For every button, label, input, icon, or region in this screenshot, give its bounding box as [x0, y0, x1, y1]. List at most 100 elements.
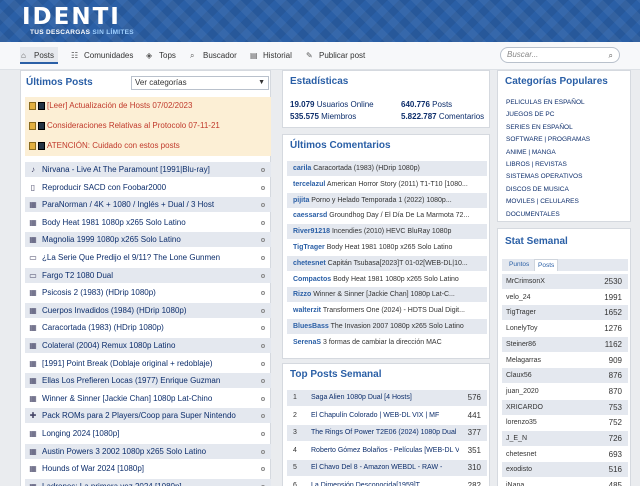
top-post-row[interactable]: 2 El Chapulín Colorado | WEB-DL VIX | MF 4…	[287, 408, 487, 424]
post-row[interactable]: ▦ Magnolia 1999 1080p x265 Solo Latino	[25, 232, 271, 248]
comment-row[interactable]: BluesBass The Invasion 2007 1080p x265 S…	[287, 319, 487, 334]
weekly-stat-user[interactable]: Melagarras	[506, 357, 541, 364]
top-post-title[interactable]: El Chavo Del 8 - Amazon WEBDL - RAW -	[311, 460, 459, 476]
category-link[interactable]: SOFTWARE | PROGRAMAS	[506, 136, 590, 143]
comment-text[interactable]: Body Heat 1981 1080p x265 Solo Latino	[333, 276, 459, 283]
weekly-stat-row[interactable]: juan_2020 870	[502, 384, 628, 399]
comment-text[interactable]: Transformers One (2024) - HDTS Dual Digi…	[323, 307, 465, 314]
weekly-stat-row[interactable]: lorenzo35 752	[502, 415, 628, 430]
comment-user[interactable]: Rizzo	[293, 291, 311, 298]
weekly-stat-user[interactable]: TigTrager	[506, 309, 536, 316]
comment-text[interactable]: American Horror Story (2011) T1-T10 [108…	[327, 181, 468, 188]
comment-row[interactable]: carila Caracortada (1983) (HDrip 1080p)	[287, 161, 487, 176]
post-row[interactable]: ✚ Pack ROMs para 2 Players/Coop para Supe…	[25, 408, 271, 424]
post-row[interactable]: ▦ [1991] Point Break (Doblaje original + …	[25, 356, 271, 371]
post-row[interactable]: ▦ Colateral (2004) Remux 1080p Latino	[25, 338, 271, 353]
announcement-item[interactable]: Consideraciones Relativas al Protocolo 0…	[29, 119, 220, 133]
post-title[interactable]: [1991] Point Break (Doblaje original + r…	[42, 359, 213, 368]
comment-text[interactable]: Caracortada (1983) (HDrip 1080p)	[313, 165, 420, 172]
nav-tops[interactable]: ◈ Tops	[145, 47, 176, 64]
top-post-title[interactable]: La Dimensión Desconocida[1959]T...	[311, 478, 459, 486]
nav-buscador[interactable]: ⌕ Buscador	[189, 47, 237, 64]
category-link[interactable]: SERIES EN ESPAÑOL	[506, 124, 573, 131]
category-link[interactable]: DISCOS DE MUSICA	[506, 186, 569, 193]
post-title[interactable]: ¿La Serie Que Predijo el 9/11? The Lone …	[42, 253, 220, 262]
weekly-stat-row[interactable]: iNana 485	[502, 478, 628, 486]
nav-publicar-post[interactable]: ✎ Publicar post	[305, 47, 365, 64]
post-row[interactable]: ▦ Psicosis 2 (1983) (HDrip 1080p)	[25, 285, 271, 300]
nav-posts[interactable]: ⌂ Posts	[20, 47, 59, 64]
category-link[interactable]: ANIME | MANGA	[506, 149, 556, 156]
top-post-title[interactable]: Saga Alien 1080p Dual [4 Hosts]	[311, 390, 459, 406]
comment-row[interactable]: Rizzo Winner & Sinner [Jackie Chan] 1080…	[287, 287, 487, 303]
post-title[interactable]: Body Heat 1981 1080p x265 Solo Latino	[42, 218, 186, 227]
weekly-stat-user[interactable]: chetesnet	[506, 451, 536, 458]
nav-comunidades[interactable]: ☷ Comunidades	[70, 47, 133, 64]
site-logo[interactable]: IDENTI	[22, 4, 121, 30]
weekly-stat-user[interactable]: Claux56	[506, 372, 532, 379]
tab-posts[interactable]: Posts	[534, 259, 559, 271]
weekly-stat-row[interactable]: XRICARDO 753	[502, 399, 628, 415]
top-post-row[interactable]: 6 La Dimensión Desconocida[1959]T... 282	[287, 478, 487, 486]
post-row[interactable]: ▦ Winner & Sinner [Jackie Chan] 1080p Lat…	[25, 391, 271, 406]
weekly-stat-user[interactable]: XRICARDO	[506, 404, 543, 411]
comment-row[interactable]: SerenaS 3 formas de cambiar la dirección…	[287, 335, 487, 350]
comment-text[interactable]: Winner & Sinner [Jackie Chan] 1080p Lat-…	[313, 291, 455, 298]
comment-text[interactable]: Incendies (2010) HEVC BluRay 1080p	[332, 228, 451, 235]
post-row[interactable]: ▯ Reproducir SACD con Foobar2000	[25, 180, 271, 195]
category-link[interactable]: SISTEMAS OPERATIVOS	[506, 173, 582, 180]
comment-text[interactable]: Body Heat 1981 1080p x265 Solo Latino	[327, 244, 453, 251]
post-row[interactable]: ▦ Ladrones: La primera vez 2024 [1080p]	[25, 478, 271, 486]
weekly-stat-row[interactable]: TigTrager 1652	[502, 305, 628, 321]
weekly-stat-user[interactable]: J_E_N	[506, 435, 527, 442]
post-title[interactable]: Cuerpos Invadidos (1984) (HDrip 1080p)	[42, 306, 187, 315]
post-title[interactable]: Colateral (2004) Remux 1080p Latino	[42, 341, 175, 350]
weekly-stat-user[interactable]: juan_2020	[506, 388, 539, 395]
top-post-row[interactable]: 1 Saga Alien 1080p Dual [4 Hosts] 576	[287, 390, 487, 406]
comment-user[interactable]: SerenaS	[293, 339, 321, 346]
comment-text[interactable]: Capitán Tsubasa[2023]T 01-02[WEB-DL|10..…	[328, 260, 468, 267]
weekly-stat-user[interactable]: MrCrimsonX	[506, 278, 545, 285]
post-title[interactable]: Ellas Los Prefieren Locas (1977) Enrique…	[42, 376, 220, 385]
category-link[interactable]: MOVILES | CELULARES	[506, 198, 579, 205]
comment-text[interactable]: Groundhog Day / El Día De La Marmota 72.…	[329, 212, 469, 219]
announcement-item[interactable]: ATENCIÓN: Cuidado con estos posts	[29, 139, 180, 153]
top-post-title[interactable]: The Rings Of Power T2E06 (2024) 1080p Du…	[311, 425, 459, 441]
weekly-stat-row[interactable]: Steiner86 1162	[502, 336, 628, 352]
post-row[interactable]: ▦ Austin Powers 3 2002 1080p x265 Solo La…	[25, 443, 271, 459]
search-input[interactable]: Buscar... ⌕	[500, 47, 620, 63]
post-title[interactable]: Ladrones: La primera vez 2024 [1080p]	[42, 482, 182, 486]
comment-row[interactable]: chetesnet Capitán Tsubasa[2023]T 01-02[W…	[287, 255, 487, 271]
comment-row[interactable]: pijita Porno y Helado Temporada 1 (2022)…	[287, 192, 487, 208]
weekly-stat-row[interactable]: exodisto 516	[502, 462, 628, 478]
comment-row[interactable]: tercelazul American Horror Story (2011) …	[287, 177, 487, 192]
announcement-item[interactable]: [Leer] Actualización de Hosts 07/02/2023	[29, 99, 192, 113]
weekly-stat-user[interactable]: lorenzo35	[506, 419, 537, 426]
nav-historial[interactable]: ▤ Historial	[249, 47, 292, 64]
comment-row[interactable]: Compactos Body Heat 1981 1080p x265 Solo…	[287, 272, 487, 287]
weekly-stat-user[interactable]: Steiner86	[506, 341, 536, 348]
post-title[interactable]: Fargo T2 1080 Dual	[42, 271, 113, 280]
post-row[interactable]: ▭ Fargo T2 1080 Dual	[25, 267, 271, 283]
category-link[interactable]: PELICULAS EN ESPAÑOL	[506, 99, 585, 106]
top-post-row[interactable]: 3 The Rings Of Power T2E06 (2024) 1080p D…	[287, 425, 487, 442]
post-title[interactable]: Caracortada (1983) (HDrip 1080p)	[42, 323, 164, 332]
comment-user[interactable]: caessarsd	[293, 212, 327, 219]
post-row[interactable]: ▦ Cuerpos Invadidos (1984) (HDrip 1080p)	[25, 302, 271, 318]
post-title[interactable]: Pack ROMs para 2 Players/Coop para Super…	[42, 411, 236, 420]
post-row[interactable]: ▦ Longing 2024 [1080p]	[25, 426, 271, 441]
top-post-title[interactable]: Roberto Gómez Bolaños - Películas [WEB-D…	[311, 443, 459, 459]
weekly-stat-row[interactable]: velo_24 1991	[502, 290, 628, 305]
post-title[interactable]: Hounds of War 2024 [1080p]	[42, 464, 144, 473]
top-post-row[interactable]: 4 Roberto Gómez Bolaños - Películas [WEB-…	[287, 443, 487, 459]
post-title[interactable]: Winner & Sinner [Jackie Chan] 1080p Lat-…	[42, 394, 212, 403]
comment-user[interactable]: tercelazul	[293, 181, 325, 188]
comment-text[interactable]: 3 formas de cambiar la dirección MAC	[323, 339, 442, 346]
comment-row[interactable]: caessarsd Groundhog Day / El Día De La M…	[287, 208, 487, 223]
post-title[interactable]: Magnolia 1999 1080p x265 Solo Latino	[42, 235, 181, 244]
post-title[interactable]: Austin Powers 3 2002 1080p x265 Solo Lat…	[42, 447, 206, 456]
weekly-stat-row[interactable]: Melagarras 909	[502, 353, 628, 368]
weekly-stat-row[interactable]: LonelyToy 1276	[502, 321, 628, 336]
post-title[interactable]: Nirvana - Live At The Paramount [1991|Bl…	[42, 165, 210, 174]
comment-row[interactable]: River91218 Incendies (2010) HEVC BluRay …	[287, 224, 487, 240]
